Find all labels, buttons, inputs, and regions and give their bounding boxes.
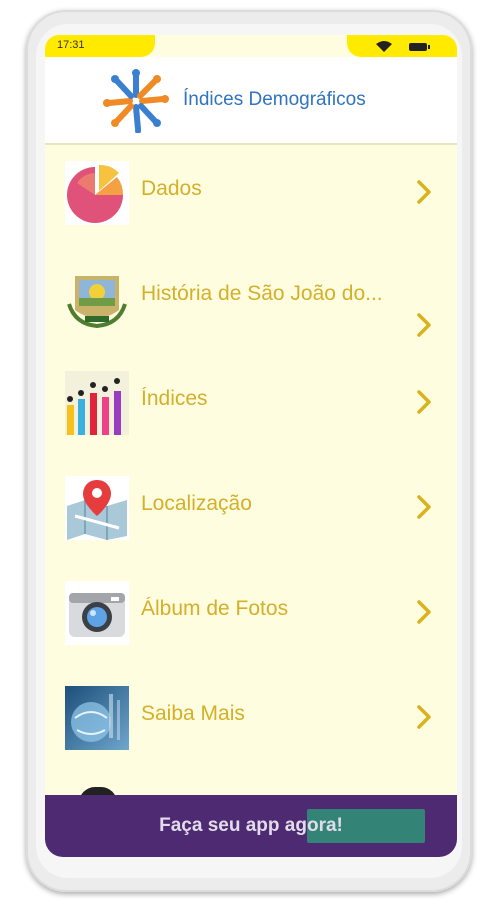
- chevron-right-icon: [417, 600, 431, 624]
- menu-list: Dados História de São João do... Índices…: [45, 147, 457, 777]
- battery-icon: [409, 43, 430, 51]
- menu-item-label: Dados: [141, 177, 202, 200]
- camera-icon: [65, 581, 129, 645]
- menu-item-historia[interactable]: História de São João do...: [45, 252, 457, 357]
- menu-item-label: Localização: [141, 492, 252, 515]
- pie-chart-icon: [65, 161, 129, 225]
- menu-item-label: Saiba Mais: [141, 702, 245, 725]
- menu-item-dados[interactable]: Dados: [45, 147, 457, 252]
- menu-item-label: Índices: [141, 387, 208, 410]
- chevron-right-icon: [417, 313, 431, 337]
- chevron-right-icon: [417, 180, 431, 204]
- promo-text: Faça seu app agora!: [159, 815, 343, 836]
- rising-arrows-people-icon: [65, 371, 129, 435]
- wifi-icon: [376, 41, 392, 52]
- city-crest-icon: [65, 266, 129, 330]
- promo-banner[interactable]: Faça seu app agora!: [45, 795, 457, 857]
- chevron-right-icon: [417, 390, 431, 414]
- status-time: 17:31: [57, 39, 85, 51]
- globe-photo-icon: [65, 686, 129, 750]
- app-header: Índices Demográficos: [45, 57, 457, 145]
- people-logo-icon: [103, 69, 169, 133]
- menu-item-label: Álbum de Fotos: [141, 597, 289, 620]
- menu-item-saiba-mais[interactable]: Saiba Mais: [45, 672, 457, 777]
- status-bar-left: 17:31: [45, 35, 155, 57]
- status-bar-right: [347, 35, 457, 57]
- app-screen: 17:31 Índices Demográficos Dados Históri…: [45, 35, 457, 857]
- chevron-right-icon: [417, 705, 431, 729]
- menu-item-localizacao[interactable]: Localização: [45, 462, 457, 567]
- menu-item-album[interactable]: Álbum de Fotos: [45, 567, 457, 672]
- map-pin-icon: [65, 476, 129, 540]
- chevron-right-icon: [417, 495, 431, 519]
- menu-item-indices[interactable]: Índices: [45, 357, 457, 462]
- menu-item-label: História de São João do...: [141, 282, 383, 305]
- app-title: Índices Demográficos: [183, 89, 366, 110]
